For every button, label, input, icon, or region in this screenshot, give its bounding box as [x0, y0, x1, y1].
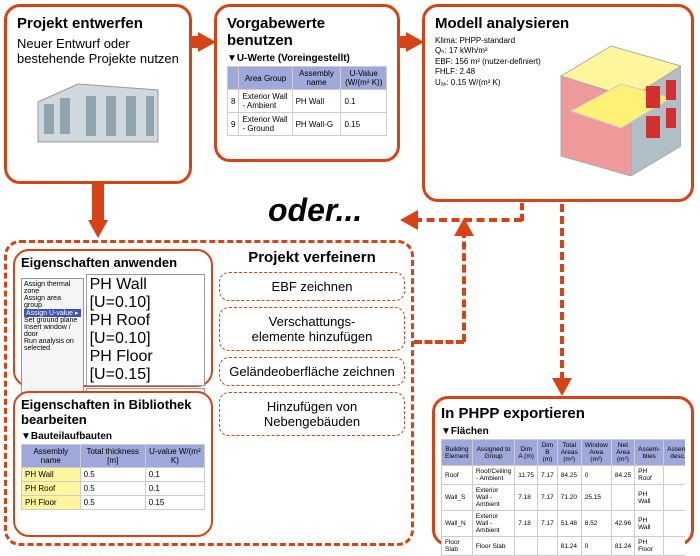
model-3d-illustration	[551, 36, 681, 176]
box-design-project: Projekt entwerfen Neuer Entwurf oder bes…	[4, 4, 192, 184]
submenu-1: PH Wall [U=0.10]PH Roof [U=0.10]PH Floor…	[86, 274, 205, 386]
refine-step: EBF zeichnen	[219, 272, 405, 301]
title: Vorgabewerte benutzen	[227, 15, 387, 49]
building-illustration	[28, 72, 168, 150]
title: In PHPP exportieren	[441, 405, 685, 422]
caption: ▼Flächen	[441, 426, 685, 437]
title: Modell analysieren	[435, 15, 681, 32]
box-apply-properties: Eigenschaften anwenden Assign thermal zo…	[13, 249, 213, 387]
box-export-phpp: In PHPP exportieren ▼Flächen Building El…	[432, 396, 694, 546]
dash	[462, 230, 466, 342]
dash	[414, 340, 464, 344]
dash	[520, 203, 524, 221]
refine-title: Projekt verfeinern	[219, 249, 405, 266]
title: Eigenschaften in Bibliothek bearbeiten	[21, 397, 205, 427]
refine-step: Verschattungs-elemente hinzufügen	[219, 307, 405, 351]
arrow-head	[88, 220, 108, 238]
areas-table: Building ElementAssigned to GroupDim A (…	[441, 439, 685, 556]
arrow-head	[552, 378, 572, 396]
dash	[560, 204, 564, 380]
box-analyze-model: Modell analysieren Klima: PHPP-standardQ…	[422, 4, 694, 202]
oder-label: oder...	[268, 192, 362, 229]
arrow	[92, 184, 104, 222]
caption: ▼Bauteilaufbauten	[21, 431, 205, 442]
box-refine-project: Eigenschaften anwenden Assign thermal zo…	[4, 240, 414, 546]
uvalue-table: Area GroupAssembly nameU-Value (W/(m² K)…	[227, 66, 387, 136]
box-edit-library: Eigenschaften in Bibliothek bearbeiten ▼…	[13, 391, 213, 537]
box-default-values: Vorgabewerte benutzen ▼U-Werte (Voreinge…	[214, 4, 400, 162]
refine-step: Geländeoberfläche zeichnen	[219, 357, 405, 386]
assemblies-table: Assembly nameTotal thickness [m]U-value …	[21, 444, 205, 510]
refine-step: Hinzufügen von Nebengebäuden	[219, 392, 405, 436]
caption: ▼U-Werte (Voreingestellt)	[227, 53, 387, 64]
arrow-head	[406, 32, 424, 52]
title: Eigenschaften anwenden	[21, 255, 205, 270]
title: Projekt entwerfen	[17, 15, 179, 32]
arrow-head	[454, 218, 474, 236]
text: Neuer Entwurf oder bestehende Projekte n…	[17, 36, 179, 66]
arrow-head	[400, 210, 418, 230]
model-metrics: Klima: PHPP-standardQₕ: 17 kWh/m²EBF: 15…	[435, 36, 545, 176]
arrow-head	[198, 32, 216, 52]
